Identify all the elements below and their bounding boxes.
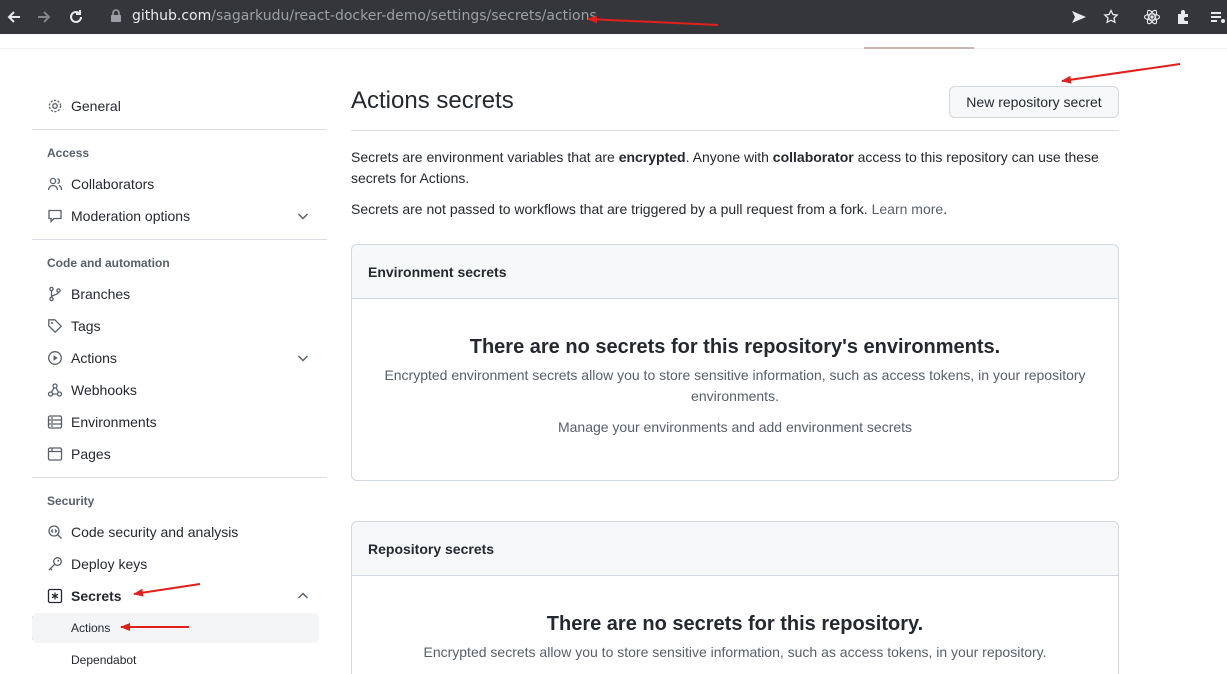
chevron-down-icon[interactable] (295, 350, 311, 366)
sidebar-item-label: General (71, 98, 121, 114)
sidebar-item-webhooks[interactable]: Webhooks (32, 374, 327, 406)
chevron-up-icon[interactable] (295, 588, 311, 604)
people-icon (47, 176, 63, 192)
server-icon (47, 414, 63, 430)
sidebar-item-label: Moderation options (71, 208, 191, 224)
repository-blank-text: Encrypted secrets allow you to store sen… (423, 644, 1047, 660)
intro-bold-collaborator: collaborator (772, 149, 854, 165)
tab-underline (864, 47, 974, 49)
sidebar-item-label: Actions (71, 350, 117, 366)
playlist-icon[interactable] (1207, 6, 1227, 28)
sidebar-subitem-label: Actions (71, 621, 111, 635)
extensions-puzzle-icon[interactable] (1173, 6, 1195, 28)
intro-part: Secrets are environment variables that a… (351, 149, 619, 165)
environment-blank-title: There are no secrets for this repository… (469, 336, 1001, 358)
comment-icon (47, 208, 63, 224)
sidebar-item-tags[interactable]: Tags (32, 310, 327, 342)
title-divider (351, 130, 1119, 131)
play-circle-icon (47, 350, 63, 366)
sidebar-item-secrets[interactable]: Secrets (32, 580, 327, 612)
gear-icon (47, 98, 63, 114)
repository-secrets-header: Repository secrets (352, 522, 1118, 576)
send-icon[interactable] (1068, 6, 1090, 28)
annotation-arrow-new-secret (1061, 63, 1181, 84)
chevron-down-icon[interactable] (295, 208, 311, 224)
browser-toolbar: github.com/sagarkudu/react-docker-demo/s… (0, 0, 1227, 34)
fork-note-text: Secrets are not passed to workflows that… (351, 201, 872, 217)
fork-note-end: . (943, 201, 948, 217)
intro-part: . Anyone with (685, 149, 773, 165)
sidebar-item-label: Secrets (71, 588, 122, 604)
key-icon (47, 556, 63, 572)
address-bar[interactable]: github.com/sagarkudu/react-docker-demo/s… (132, 8, 597, 24)
sidebar-divider (32, 239, 327, 240)
sidebar-item-label: Webhooks (71, 382, 137, 398)
new-repository-secret-button[interactable]: New repository secret (949, 86, 1119, 118)
intro-bold-encrypted: encrypted (618, 149, 686, 165)
lock-icon[interactable] (110, 9, 122, 28)
sidebar-item-moderation[interactable]: Moderation options (32, 200, 327, 232)
sidebar-subitem-label: Dependabot (71, 653, 137, 667)
repository-blank-title: There are no secrets for this repository… (546, 613, 924, 635)
sidebar-subitem-dependabot[interactable]: Dependabot (32, 645, 319, 674)
repository-secrets-box: Repository secrets There are no secrets … (351, 521, 1119, 674)
sidebar-item-label: Tags (71, 318, 101, 334)
forward-icon[interactable] (32, 5, 56, 29)
environment-blank-text: Encrypted environment secrets allow you … (384, 367, 1086, 404)
sidebar-item-code-security[interactable]: Code security and analysis (32, 516, 327, 548)
webhook-icon (47, 382, 63, 398)
sidebar-item-pages[interactable]: Pages (32, 438, 327, 470)
sidebar-item-label: Environments (71, 414, 157, 430)
react-devtools-icon[interactable] (1141, 6, 1163, 28)
environment-secrets-box: Environment secrets There are no secrets… (351, 244, 1119, 481)
page-top-strip (0, 34, 1227, 49)
sidebar-item-deploy-keys[interactable]: Deploy keys (32, 548, 327, 580)
sidebar-subitem-actions[interactable]: Actions (32, 613, 319, 643)
branch-icon (47, 286, 63, 302)
sidebar-item-label: Branches (71, 286, 131, 302)
sidebar-item-actions[interactable]: Actions (32, 342, 327, 374)
intro-text: Secrets are environment variables that a… (351, 147, 1119, 189)
sidebar-section-security: Security (47, 494, 95, 508)
sidebar-item-label: Collaborators (71, 176, 155, 192)
sidebar-divider (32, 477, 327, 478)
sidebar-item-environments[interactable]: Environments (32, 406, 327, 438)
sidebar-section-code: Code and automation (47, 256, 170, 270)
sidebar-divider (32, 129, 327, 130)
sidebar-item-collaborators[interactable]: Collaborators (32, 168, 327, 200)
url-path: /sagarkudu/react-docker-demo/settings/se… (211, 8, 597, 24)
sidebar-item-branches[interactable]: Branches (32, 278, 327, 310)
sidebar-item-label: Pages (71, 446, 111, 462)
environment-secrets-header: Environment secrets (352, 245, 1118, 299)
reload-icon[interactable] (64, 5, 88, 29)
back-icon[interactable] (2, 5, 26, 29)
bookmark-star-icon[interactable] (1100, 6, 1122, 28)
browser-icon (47, 446, 63, 462)
page-title: Actions secrets (351, 87, 514, 114)
asterisk-box-icon (47, 588, 63, 604)
manage-environments-text: Manage your environments and add environ… (557, 419, 913, 435)
sidebar-item-label: Deploy keys (71, 556, 148, 572)
url-host: github.com (132, 8, 212, 24)
sidebar-item-general[interactable]: General (32, 90, 327, 122)
codescan-icon (47, 524, 63, 540)
sidebar-section-access: Access (47, 146, 90, 160)
fork-note: Secrets are not passed to workflows that… (351, 199, 1119, 220)
learn-more-link[interactable]: Learn more (872, 201, 944, 217)
sidebar-item-label: Code security and analysis (71, 524, 239, 540)
tag-icon (47, 318, 63, 334)
